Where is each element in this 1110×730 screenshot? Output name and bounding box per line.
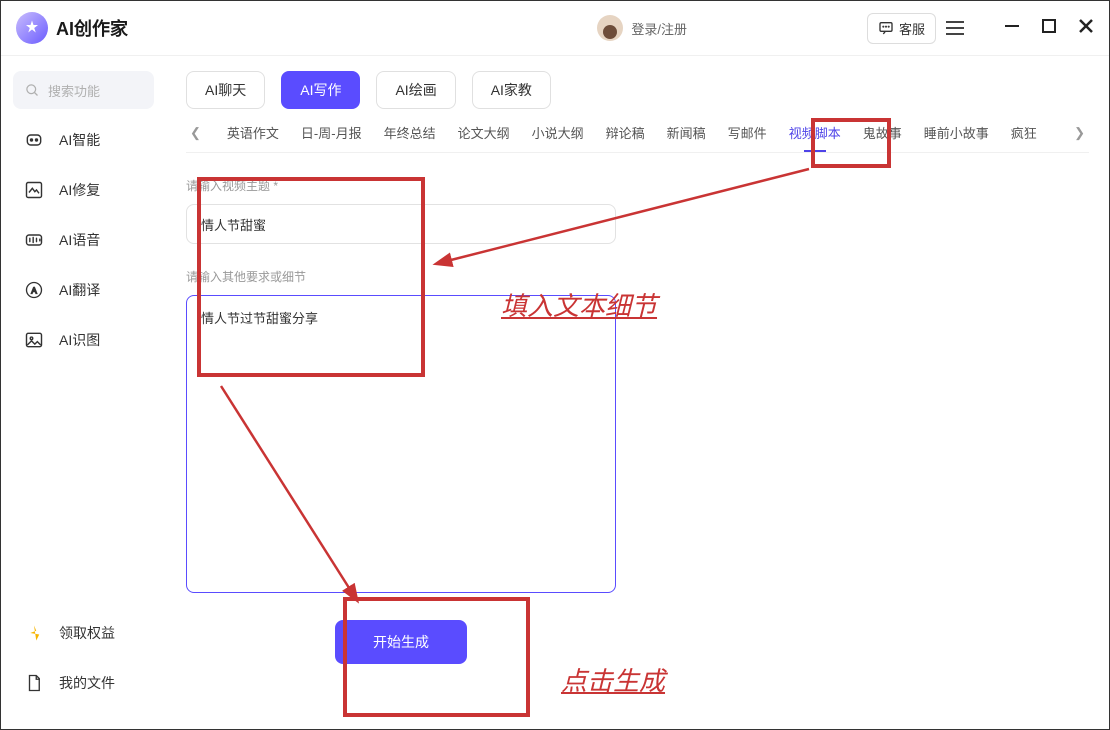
menu-button[interactable]: [946, 15, 964, 41]
chevron-left-icon[interactable]: ❮: [186, 125, 205, 141]
cat-video-script[interactable]: 视频脚本: [789, 123, 841, 142]
tab-ai-chat[interactable]: AI聊天: [186, 71, 265, 109]
search-input[interactable]: 搜索功能: [13, 71, 154, 109]
sidebar-item-ai-translate[interactable]: A AI翻译: [23, 279, 154, 301]
cat-ghost[interactable]: 鬼故事: [863, 123, 902, 142]
tab-ai-draw[interactable]: AI绘画: [376, 71, 455, 109]
minimize-button[interactable]: [1004, 18, 1020, 39]
input-form: 请输入视频主题 * 请输入其他要求或细节 开始生成: [186, 177, 616, 664]
cat-email[interactable]: 写邮件: [728, 123, 767, 142]
generate-button[interactable]: 开始生成: [335, 620, 467, 664]
cat-debate[interactable]: 辩论稿: [606, 123, 645, 142]
file-icon: [23, 672, 45, 694]
sidebar-item-ai-repair[interactable]: AI修复: [23, 179, 154, 201]
sidebar-label: AI智能: [59, 130, 100, 150]
image-icon: [23, 329, 45, 351]
topic-input[interactable]: [186, 204, 616, 244]
user-login[interactable]: 登录/注册: [597, 15, 687, 41]
sidebar-label: AI修复: [59, 180, 100, 200]
title-bar: AI创作家 登录/注册 客服: [1, 1, 1109, 56]
cat-summary[interactable]: 年终总结: [384, 123, 436, 142]
close-button[interactable]: [1078, 18, 1094, 39]
kefu-label: 客服: [899, 19, 925, 38]
logo-icon: [16, 12, 48, 44]
details-label: 请输入其他要求或细节: [186, 268, 616, 285]
sidebar-label: AI翻译: [59, 280, 100, 300]
app-logo: AI创作家: [16, 12, 128, 44]
tab-ai-tutor[interactable]: AI家教: [472, 71, 551, 109]
app-title: AI创作家: [56, 15, 128, 41]
category-nav: ❮ 英语作文 日-周-月报 年终总结 论文大纲 小说大纲 辩论稿 新闻稿 写邮件…: [186, 123, 1089, 153]
sidebar-label: 我的文件: [59, 673, 115, 693]
cat-report[interactable]: 日-周-月报: [301, 123, 362, 142]
mode-tabs: AI聊天 AI写作 AI绘画 AI家教: [186, 71, 1089, 109]
chevron-right-icon[interactable]: ❯: [1070, 125, 1089, 141]
cat-english[interactable]: 英语作文: [227, 123, 279, 142]
cat-novel[interactable]: 小说大纲: [532, 123, 584, 142]
cat-thesis[interactable]: 论文大纲: [458, 123, 510, 142]
sidebar-item-ai-voice[interactable]: AI语音: [23, 229, 154, 251]
cat-news[interactable]: 新闻稿: [667, 123, 706, 142]
customer-service-button[interactable]: 客服: [867, 13, 936, 44]
sidebar-label: AI识图: [59, 330, 100, 350]
search-icon: [25, 83, 40, 98]
sidebar: 搜索功能 AI智能 AI修复 AI语音 A AI翻译 AI识图 领取权益: [1, 56, 166, 729]
sidebar-label: AI语音: [59, 230, 100, 250]
sidebar-item-rewards[interactable]: 领取权益: [23, 622, 154, 644]
smart-icon: [23, 129, 45, 151]
details-textarea[interactable]: [186, 295, 616, 593]
sidebar-item-ai-image[interactable]: AI识图: [23, 329, 154, 351]
chat-bubble-icon: [878, 20, 894, 36]
svg-text:A: A: [31, 285, 37, 295]
sidebar-item-my-files[interactable]: 我的文件: [23, 672, 154, 694]
reward-icon: [23, 622, 45, 644]
tab-ai-write[interactable]: AI写作: [281, 71, 360, 109]
sidebar-item-ai-smart[interactable]: AI智能: [23, 129, 154, 151]
cat-bedtime[interactable]: 睡前小故事: [924, 123, 989, 142]
search-placeholder: 搜索功能: [48, 81, 100, 100]
login-text: 登录/注册: [631, 19, 687, 38]
translate-icon: A: [23, 279, 45, 301]
topic-label: 请输入视频主题 *: [186, 177, 616, 194]
avatar-icon: [597, 15, 623, 41]
repair-icon: [23, 179, 45, 201]
cat-crazy[interactable]: 疯狂: [1011, 123, 1037, 142]
sidebar-label: 领取权益: [59, 623, 115, 643]
main-content: AI聊天 AI写作 AI绘画 AI家教 ❮ 英语作文 日-周-月报 年终总结 论…: [166, 56, 1109, 729]
voice-icon: [23, 229, 45, 251]
maximize-button[interactable]: [1042, 19, 1056, 38]
